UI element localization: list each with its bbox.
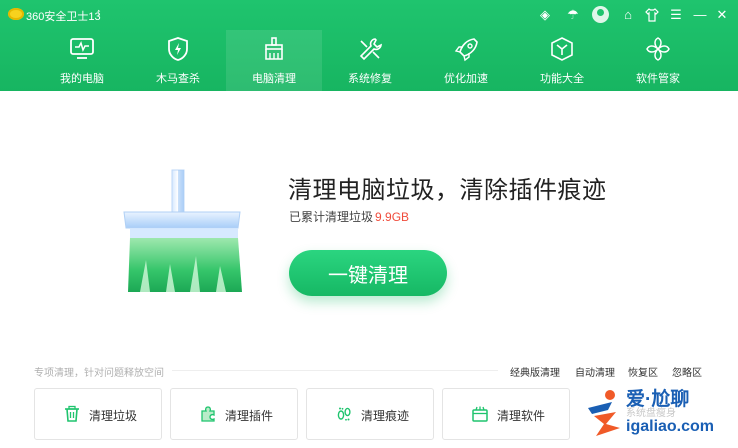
tool-clean-plugins[interactable]: 清理插件 xyxy=(170,388,298,440)
watermark: 爱·尬聊 系统盘瘦身 igaliao.com xyxy=(578,382,738,448)
app-logo xyxy=(8,8,24,20)
nav-item-all-features[interactable]: 功能大全 xyxy=(514,30,610,91)
cleaned-total-label: 已累计清理垃圾 xyxy=(289,210,374,224)
cleaned-total-amount: 9.9GB xyxy=(375,210,410,224)
tool-label: 清理痕迹 xyxy=(361,409,410,423)
tool-label: 清理插件 xyxy=(225,409,274,423)
trash-icon xyxy=(65,405,79,422)
avatar[interactable] xyxy=(592,6,609,23)
tool-label: 清理软件 xyxy=(497,409,546,423)
rocket-icon xyxy=(454,38,478,62)
close-icon[interactable]: ✕ xyxy=(713,6,731,24)
divider xyxy=(172,370,498,371)
weather-icon[interactable]: ☂ xyxy=(564,6,582,24)
watermark-url: igaliao.com xyxy=(626,418,715,435)
classic-cleanup-link[interactable]: 经典版清理 xyxy=(510,364,560,379)
recovery-area-link[interactable]: 恢复区 xyxy=(628,364,658,379)
minimize-icon[interactable]: — xyxy=(691,6,709,24)
wrench-icon xyxy=(359,38,382,61)
monitor-icon xyxy=(70,38,94,59)
ignore-area-link[interactable]: 忽略区 xyxy=(672,364,702,379)
nav-label: 电脑清理 xyxy=(252,73,296,85)
shirt-icon[interactable] xyxy=(643,6,661,24)
app-title: 360安全卫士13 xyxy=(26,11,101,23)
puzzle-icon xyxy=(201,406,215,422)
title-bar: 360安全卫士13 ↑ ◈ ☂ ⌂ ☰ — ✕ xyxy=(0,0,738,30)
cleaned-total: 已累计清理垃圾 9.9GB xyxy=(289,208,409,225)
nav-item-optimize[interactable]: 优化加速 xyxy=(418,30,514,91)
tool-label: 清理垃圾 xyxy=(89,409,138,423)
section-label: 专项清理，针对问题释放空间 xyxy=(34,368,164,379)
software-box-icon xyxy=(472,406,488,422)
footprint-icon xyxy=(337,407,351,421)
nav-item-pc-cleanup[interactable]: 电脑清理 xyxy=(226,30,322,91)
update-arrow-icon[interactable]: ↑ xyxy=(96,7,102,19)
skin-icon[interactable]: ⌂ xyxy=(619,6,637,24)
nav-label: 系统修复 xyxy=(348,73,392,85)
nav-label: 我的电脑 xyxy=(60,73,104,85)
watermark-faded-text: 系统盘瘦身 xyxy=(626,408,676,419)
auto-cleanup-link[interactable]: 自动清理 xyxy=(575,364,615,379)
tool-clean-traces[interactable]: 清理痕迹 xyxy=(306,388,434,440)
top-header: 360安全卫士13 ↑ ◈ ☂ ⌂ ☰ — ✕ 我的电脑 木马查杀 电脑清理 系… xyxy=(0,0,738,91)
menu-icon[interactable]: ☰ xyxy=(667,6,685,24)
nav-label: 软件管家 xyxy=(636,73,680,85)
nav-label: 木马查杀 xyxy=(156,73,200,85)
broom-illustration xyxy=(123,169,242,292)
watermark-logo-icon xyxy=(588,390,620,436)
broom-icon xyxy=(265,37,283,60)
nav-item-software-manager[interactable]: 软件管家 xyxy=(610,30,706,91)
cube-icon xyxy=(551,37,573,61)
shield-bolt-icon xyxy=(168,37,188,61)
nav-label: 优化加速 xyxy=(444,73,488,85)
tool-clean-junk[interactable]: 清理垃圾 xyxy=(34,388,162,440)
nav-item-trojan-scan[interactable]: 木马查杀 xyxy=(130,30,226,91)
tool-clean-software[interactable]: 清理软件 xyxy=(442,388,570,440)
nav-item-system-repair[interactable]: 系统修复 xyxy=(322,30,418,91)
nav-label: 功能大全 xyxy=(540,73,584,85)
one-click-clean-button[interactable]: 一键清理 xyxy=(289,250,447,296)
flower-icon xyxy=(646,37,670,61)
shield-icon[interactable]: ◈ xyxy=(536,6,554,24)
nav-item-my-computer[interactable]: 我的电脑 xyxy=(34,30,130,91)
hero-title: 清理电脑垃圾，清除插件痕迹 xyxy=(288,177,607,204)
